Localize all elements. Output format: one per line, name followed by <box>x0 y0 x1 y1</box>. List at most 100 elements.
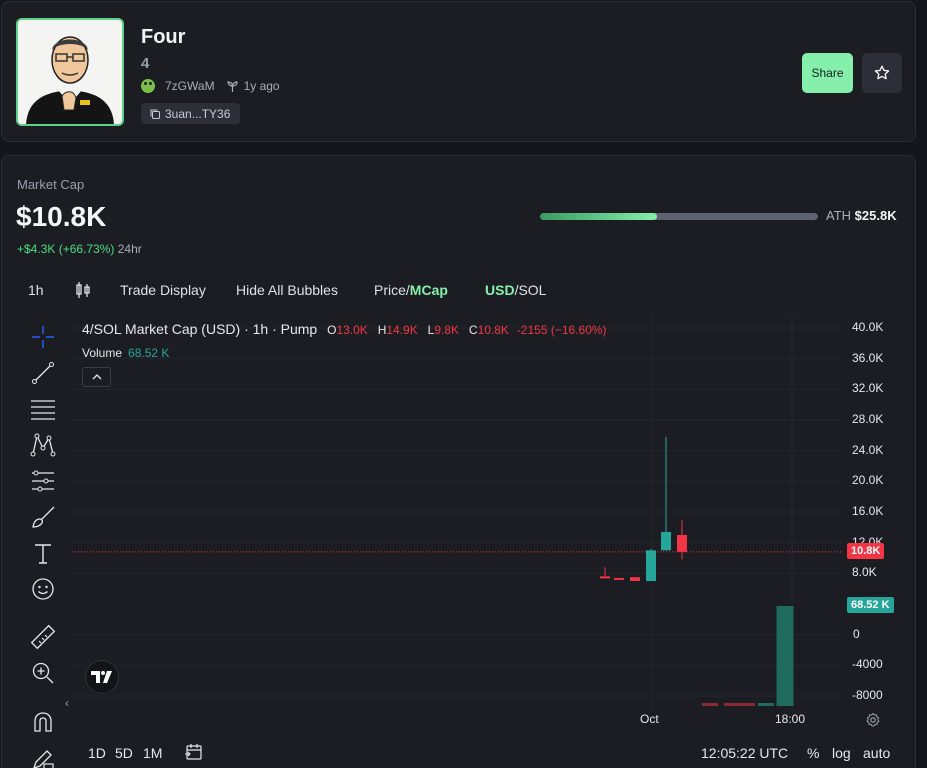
pattern-tool[interactable] <box>30 432 56 458</box>
legend-high: 14.9K <box>386 323 418 337</box>
market-cap-change: +$4.3K (+66.73%) 24hr <box>17 242 142 256</box>
star-icon <box>874 65 890 80</box>
token-symbol: 4 <box>141 55 150 72</box>
price-tick-label: 36.0K <box>852 350 884 365</box>
volume-bar <box>702 703 718 706</box>
price-tick-label: 20.0K <box>852 473 884 488</box>
ruler-icon <box>30 624 56 650</box>
range-1d-button[interactable]: 1D <box>88 745 106 761</box>
ath-label: ATH $25.8K <box>826 208 897 223</box>
candle-body <box>646 550 656 581</box>
pattern-icon <box>30 433 56 457</box>
magnet-tool[interactable] <box>30 709 56 735</box>
price-chart[interactable] <box>72 314 842 712</box>
auto-scale-toggle[interactable]: auto <box>863 745 890 761</box>
brush-tool[interactable] <box>30 504 56 530</box>
date-range-button[interactable] <box>184 742 204 765</box>
chart-settings-button[interactable] <box>865 712 881 733</box>
candle-body <box>614 577 624 580</box>
price-tick-label: 28.0K <box>852 412 884 426</box>
candle-body <box>661 531 671 551</box>
chevron-up-icon <box>92 374 101 380</box>
ath-value: $25.8K <box>854 208 897 223</box>
collapse-tools-arrow[interactable]: ‹ <box>65 696 69 710</box>
volume-bar <box>724 703 740 706</box>
tradingview-icon <box>91 671 112 683</box>
price-tick-label: 40.0K <box>852 320 884 334</box>
emoji-tool[interactable] <box>30 576 56 602</box>
calendar-icon <box>185 744 202 760</box>
magnet-icon <box>34 712 52 732</box>
tradingview-logo[interactable] <box>85 660 119 694</box>
range-1m-button[interactable]: 1M <box>143 745 162 761</box>
favorite-button[interactable] <box>862 53 902 93</box>
pencil-lock-icon <box>33 750 54 768</box>
volume-legend: Volume 68.52 K <box>82 346 169 360</box>
price-tick-label: -4000 <box>852 657 883 672</box>
range-5d-button[interactable]: 5D <box>115 745 133 761</box>
creator-row: 7zGWaM 1y ago <box>141 78 280 94</box>
creator-avatar-icon <box>141 79 155 93</box>
market-cap-change-value: +$4.3K (+66.73%) <box>17 242 115 256</box>
usd-option: USD <box>485 282 515 298</box>
legend-close: 10.8K <box>477 323 509 337</box>
token-avatar <box>16 18 124 126</box>
price-tick-label: 0 <box>853 626 860 641</box>
currency-toggle[interactable]: USD/SOL <box>485 282 546 298</box>
ath-label-text: ATH <box>826 208 852 223</box>
zoom-tool[interactable] <box>30 660 56 686</box>
zoom-in-icon <box>32 662 54 684</box>
text-icon <box>35 544 51 564</box>
last-price-tag: 10.8K <box>847 542 885 559</box>
sol-option: SOL <box>518 282 547 298</box>
copy-icon <box>150 109 160 119</box>
volume-tag: 68.52 K <box>847 597 894 613</box>
legend-title: 4/SOL Market Cap (USD) · 1h · Pump <box>82 321 318 337</box>
projection-icon <box>32 470 54 492</box>
price-mcap-toggle[interactable]: Price/MCap <box>374 282 448 298</box>
price-option: Price <box>374 282 406 298</box>
price-tick-label: 8.0K <box>852 565 877 580</box>
legend-low: 9.8K <box>434 323 459 337</box>
price-tick-label: 24.0K <box>852 442 884 457</box>
projection-tool[interactable] <box>30 468 56 494</box>
ath-progress-bar <box>540 213 818 220</box>
share-button[interactable]: Share <box>802 53 853 93</box>
candle-style-icon[interactable] <box>75 280 91 303</box>
draw-lock-tool[interactable] <box>30 746 56 768</box>
contract-address-copy[interactable]: 3uan...TY36 <box>141 103 241 124</box>
fib-retracement-icon <box>31 400 55 420</box>
legend-close-key: C <box>468 323 478 337</box>
legend-collapse-button[interactable] <box>82 367 111 387</box>
token-age: 1y ago <box>243 79 280 93</box>
volume-bar <box>739 703 755 706</box>
chart-card: Market Cap $10.8K +$4.3K (+66.73%) 24hr … <box>1 155 916 768</box>
crosshair-tool[interactable] <box>30 324 56 350</box>
time-tick-1800: 18:00 <box>775 712 806 726</box>
gear-icon <box>866 712 880 727</box>
fib-tool[interactable] <box>30 396 56 422</box>
legend-change: -2155 (−16.60%) <box>516 323 607 337</box>
utc-clock[interactable]: 12:05:22 UTC <box>701 745 788 761</box>
interval-selector[interactable]: 1h <box>28 282 44 298</box>
market-cap-label: Market Cap <box>17 177 85 192</box>
trade-display-toggle[interactable]: Trade Display <box>120 282 206 298</box>
log-scale-toggle[interactable]: log <box>832 745 851 761</box>
price-tick-label: 16.0K <box>852 504 884 518</box>
candle-body <box>600 576 610 579</box>
candle-body <box>677 535 687 552</box>
trend-line-icon <box>32 362 54 384</box>
trend-line-tool[interactable] <box>30 360 56 386</box>
percent-scale-toggle[interactable]: % <box>807 745 819 761</box>
volume-value: 68.52 K <box>128 346 170 360</box>
legend-open: 13.0K <box>336 323 368 337</box>
volume-bar <box>758 703 774 706</box>
token-name: Four <box>141 26 186 48</box>
hide-bubbles-toggle[interactable]: Hide All Bubbles <box>236 282 338 298</box>
creator-name[interactable]: 7zGWaM <box>165 79 215 93</box>
text-tool[interactable] <box>30 540 56 566</box>
ruler-tool[interactable] <box>30 624 56 650</box>
volume-bar <box>776 606 794 706</box>
smiley-icon <box>32 578 54 600</box>
brush-icon <box>32 506 55 528</box>
